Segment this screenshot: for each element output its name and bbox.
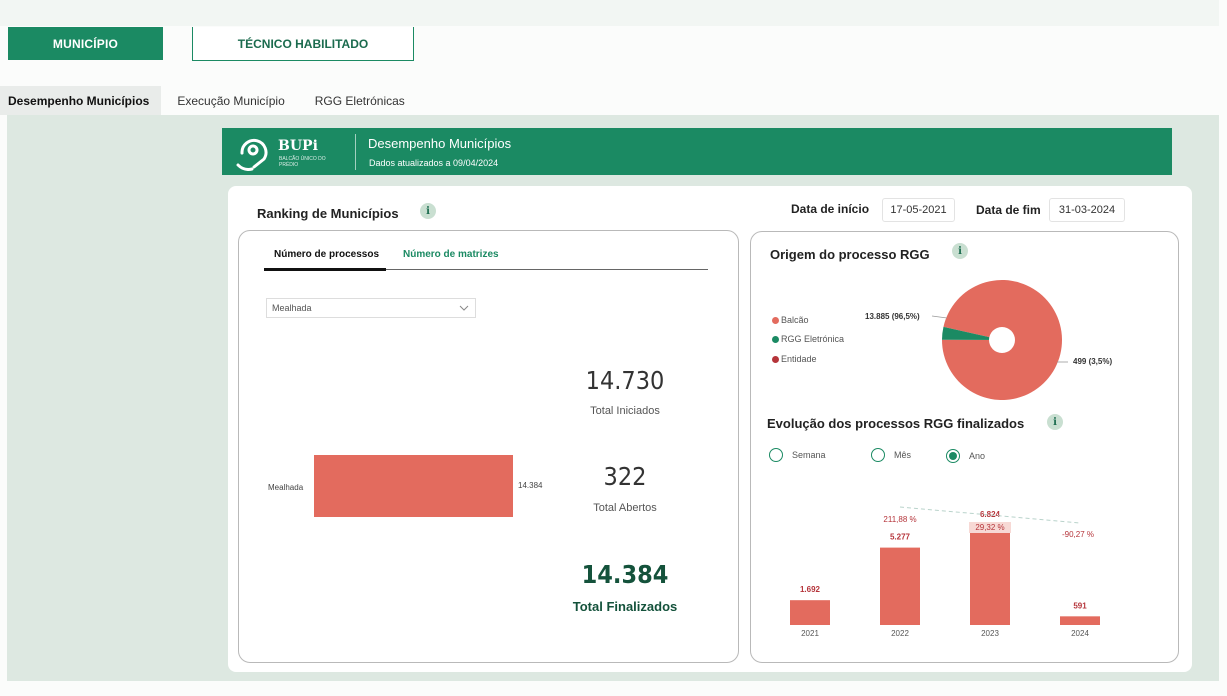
tab-numero-processos[interactable]: Número de processos bbox=[274, 249, 379, 260]
legend-dot bbox=[772, 335, 779, 343]
kpi-total-finalizados-label: Total Finalizados bbox=[572, 599, 678, 614]
kpi-total-abertos-value: 322 bbox=[603, 462, 647, 491]
start-date-input[interactable]: 17-05-2021 bbox=[882, 198, 955, 222]
x-tick-label: 2024 bbox=[1071, 629, 1089, 638]
evolucao-bar-chart[interactable]: 1.692 2021 5.277 2022 6.824 2023 591 2024 211,88… bbox=[760, 495, 1160, 645]
subtab-active-indicator bbox=[264, 268, 386, 271]
legend-dot bbox=[772, 355, 779, 363]
info-icon[interactable]: i bbox=[1047, 414, 1063, 430]
tab-numero-matrizes[interactable]: Número de matrizes bbox=[403, 249, 499, 260]
growth-label: 211,88 % bbox=[883, 515, 916, 524]
municipio-dropdown[interactable]: Mealhada bbox=[266, 298, 476, 318]
tecnico-habilitado-button[interactable]: TÉCNICO HABILITADO bbox=[192, 27, 414, 61]
evolution-bar-2023[interactable] bbox=[970, 524, 1010, 625]
header-divider bbox=[355, 134, 356, 170]
ranking-title: Ranking de Municípios bbox=[257, 206, 399, 221]
page-scrollbar[interactable] bbox=[1219, 0, 1227, 696]
legend-label: Entidade bbox=[781, 354, 817, 364]
radio-circle bbox=[871, 448, 885, 462]
evolution-bar-2024[interactable] bbox=[1060, 616, 1100, 625]
kpi-total-iniciados-value: 14.730 bbox=[585, 366, 665, 395]
page-tabs: Desempenho Municípios Execução Município… bbox=[0, 86, 1227, 115]
radio-circle bbox=[769, 448, 783, 462]
dropdown-value: Mealhada bbox=[272, 303, 312, 313]
pie-label-balcao: 13.885 (96,5%) bbox=[865, 312, 920, 321]
radio-circle bbox=[946, 449, 960, 463]
bar-value-label: 5.277 bbox=[890, 533, 911, 542]
brand-subtitle: BALCÃO ÚNICO DO PRÉDIO bbox=[279, 156, 326, 168]
bar-category-label: Mealhada bbox=[268, 483, 304, 492]
x-tick-label: 2023 bbox=[981, 629, 999, 638]
tab-desempenho-municipios[interactable]: Desempenho Municípios bbox=[0, 86, 162, 115]
kpi-total-iniciados-label: Total Iniciados bbox=[590, 405, 660, 417]
radio-label: Ano bbox=[969, 451, 986, 461]
chevron-down-icon bbox=[459, 305, 469, 311]
origem-title: Origem do processo RGG bbox=[770, 247, 930, 262]
info-icon[interactable]: i bbox=[420, 203, 436, 219]
pie-label-rgg: 499 (3,5%) bbox=[1073, 357, 1113, 366]
legend-label: Balcão bbox=[781, 315, 809, 325]
legend-balcao[interactable]: Balcão bbox=[772, 315, 809, 325]
growth-label: 29,32 % bbox=[975, 523, 1004, 532]
end-date-input[interactable]: 31-03-2024 bbox=[1049, 198, 1125, 222]
pie-leader-lines bbox=[931, 315, 1068, 363]
bar-value-label: 591 bbox=[1073, 601, 1087, 610]
growth-label: -90,27 % bbox=[1062, 530, 1094, 539]
radio-semana[interactable]: Semana bbox=[769, 448, 826, 462]
bar-value-label: 6.824 bbox=[980, 510, 1001, 519]
radio-mes[interactable]: Mês bbox=[871, 448, 911, 462]
end-date-label: Data de fim bbox=[976, 203, 1041, 217]
tab-rgg-eletronicas[interactable]: RGG Eletrónicas bbox=[300, 86, 420, 115]
updated-date: Dados atualizados a 09/04/2024 bbox=[369, 158, 499, 168]
x-tick-label: 2021 bbox=[801, 629, 819, 638]
brand-name: BUPi bbox=[278, 138, 318, 154]
evolution-bar-2021[interactable] bbox=[790, 600, 830, 625]
evolucao-title: Evolução dos processos RGG finalizados bbox=[767, 416, 1025, 431]
radio-label: Semana bbox=[792, 450, 826, 460]
start-date-label: Data de início bbox=[791, 202, 870, 216]
x-tick-label: 2022 bbox=[891, 629, 909, 638]
legend-label: RGG Eletrónica bbox=[781, 334, 845, 344]
bar-value-label: 14.384 bbox=[518, 481, 543, 490]
page-title: Desempenho Municípios bbox=[368, 136, 512, 151]
radio-ano[interactable]: Ano bbox=[946, 449, 985, 463]
legend-entidade[interactable]: Entidade bbox=[772, 354, 817, 364]
ranking-bar[interactable] bbox=[314, 455, 513, 517]
info-icon[interactable]: i bbox=[952, 243, 968, 259]
legend-rgg-eletronica[interactable]: RGG Eletrónica bbox=[772, 334, 844, 344]
bupi-logo-icon bbox=[236, 138, 268, 171]
evolution-bar-2022[interactable] bbox=[880, 547, 920, 625]
municipio-button[interactable]: MUNICÍPIO bbox=[8, 27, 163, 60]
legend-dot bbox=[772, 316, 779, 324]
radio-label: Mês bbox=[894, 450, 912, 460]
bar-value-label: 1.692 bbox=[800, 585, 821, 594]
report-header: BUPi BALCÃO ÚNICO DO PRÉDIO Desempenho M… bbox=[222, 128, 1172, 175]
kpi-total-abertos-label: Total Abertos bbox=[593, 502, 657, 514]
kpi-total-finalizados-value: 14.384 bbox=[581, 560, 669, 589]
tab-execucao-municipio[interactable]: Execução Município bbox=[161, 86, 299, 115]
top-strip bbox=[0, 0, 1227, 26]
